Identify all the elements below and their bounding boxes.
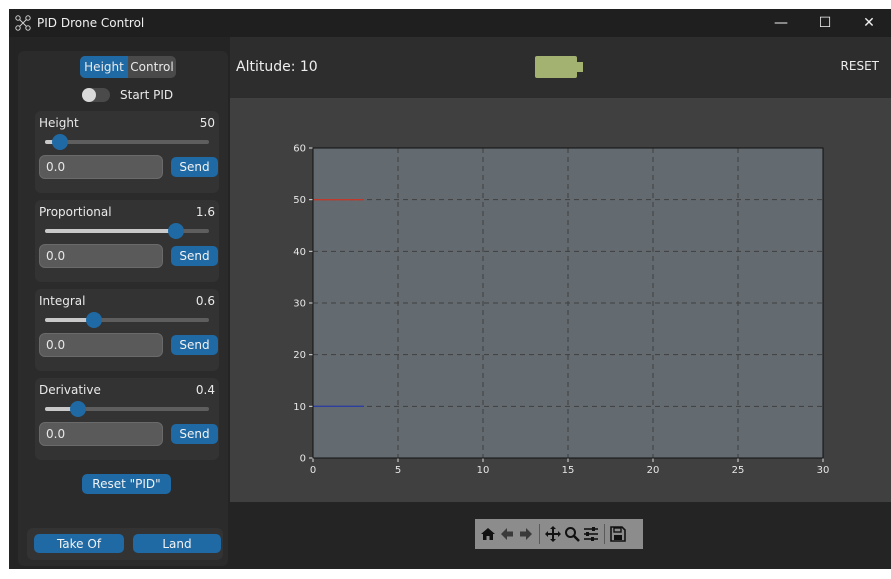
slider-thumb[interactable] — [69, 401, 86, 417]
start-pid-row: Start PID — [82, 88, 173, 102]
reset-pid-button[interactable]: Reset "PID" — [82, 474, 171, 494]
param-integral: Integral 0.6 0.0 Send — [35, 289, 219, 371]
param-value: 0.6 — [195, 294, 215, 308]
x-tick-label: 20 — [647, 465, 660, 476]
proportional-entry[interactable]: 0.0 — [39, 244, 163, 268]
param-label: Integral — [39, 294, 86, 308]
y-tick-label: 30 — [293, 299, 306, 310]
title-bar: PID Drone Control — ☐ ✕ — [9, 9, 891, 37]
takeoff-button[interactable]: Take Of — [34, 534, 124, 553]
slider-thumb[interactable] — [51, 134, 68, 150]
save-icon[interactable] — [610, 526, 626, 542]
send-derivative-button[interactable]: Send — [171, 424, 218, 444]
param-height: Height 50 0.0 Send — [35, 111, 219, 193]
battery-icon — [535, 56, 577, 78]
altitude-chart[interactable]: 0 5 10 15 20 25 30 0 10 20 30 40 50 60 — [230, 98, 891, 502]
x-tick-label: 15 — [562, 465, 575, 476]
param-label: Height — [39, 116, 79, 130]
send-proportional-button[interactable]: Send — [171, 246, 218, 266]
toolbar-separator — [539, 524, 540, 544]
param-label: Proportional — [39, 205, 112, 219]
param-value: 0.4 — [195, 383, 215, 397]
x-tick-label: 10 — [477, 465, 490, 476]
param-proportional: Proportional 1.6 0.0 Send — [35, 200, 219, 282]
status-header: Altitude: 10 RESET — [230, 37, 891, 98]
control-panel: Height Control Start PID Height 50 0.0 S… — [18, 51, 228, 566]
derivative-slider[interactable] — [45, 401, 209, 417]
param-value: 1.6 — [195, 205, 215, 219]
slider-thumb[interactable] — [168, 223, 185, 239]
altitude-readout: Altitude: 10 — [236, 59, 318, 75]
configure-subplots-icon[interactable] — [583, 526, 599, 542]
tab-height[interactable]: Height — [80, 56, 128, 78]
switch-knob — [82, 88, 96, 102]
drone-icon — [15, 15, 31, 31]
x-tick-label: 5 — [395, 465, 401, 476]
forward-arrow-icon[interactable] — [518, 526, 534, 542]
tab-control[interactable]: Control — [128, 56, 176, 78]
x-tick-label: 0 — [310, 465, 316, 476]
window-title: PID Drone Control — [37, 16, 145, 30]
integral-entry[interactable]: 0.0 — [39, 333, 163, 357]
height-entry[interactable]: 0.0 — [39, 155, 163, 179]
mode-tabs: Height Control — [80, 56, 176, 78]
home-icon[interactable] — [480, 526, 496, 542]
pan-icon[interactable] — [545, 526, 561, 542]
y-tick-label: 40 — [293, 247, 306, 258]
y-tick-label: 50 — [293, 195, 306, 206]
start-pid-label: Start PID — [120, 88, 174, 102]
app-window: PID Drone Control — ☐ ✕ Height Control S… — [9, 9, 891, 569]
battery-tip — [577, 62, 583, 72]
y-tick-label: 0 — [300, 454, 306, 465]
y-tick-label: 20 — [293, 350, 306, 361]
maximize-button[interactable]: ☐ — [803, 9, 847, 37]
y-tick-label: 10 — [293, 402, 306, 413]
minimize-button[interactable]: — — [759, 9, 803, 37]
derivative-entry[interactable]: 0.0 — [39, 422, 163, 446]
integral-slider[interactable] — [45, 312, 209, 328]
proportional-slider[interactable] — [45, 223, 209, 239]
plot-toolbar — [475, 519, 643, 549]
param-label: Derivative — [39, 383, 101, 397]
x-tick-label: 25 — [732, 465, 745, 476]
land-button[interactable]: Land — [133, 534, 221, 553]
close-button[interactable]: ✕ — [847, 9, 891, 37]
x-tick-label: 30 — [817, 465, 830, 476]
zoom-icon[interactable] — [564, 526, 580, 542]
send-integral-button[interactable]: Send — [171, 335, 218, 355]
param-value: 50 — [199, 116, 215, 130]
plot-area: 0 5 10 15 20 25 30 0 10 20 30 40 50 60 — [230, 98, 891, 502]
reset-button[interactable]: RESET — [841, 59, 879, 73]
toolbar-separator — [604, 524, 605, 544]
param-derivative: Derivative 0.4 0.0 Send — [35, 378, 219, 460]
flight-actions: Take Of Land — [27, 528, 223, 560]
slider-fill — [45, 229, 177, 233]
y-tick-label: 60 — [293, 144, 306, 155]
start-pid-switch[interactable] — [82, 88, 110, 102]
send-height-button[interactable]: Send — [171, 157, 218, 177]
slider-thumb[interactable] — [86, 312, 103, 328]
toolbar-area — [230, 502, 891, 569]
back-arrow-icon[interactable] — [499, 526, 515, 542]
height-slider[interactable] — [45, 134, 209, 150]
